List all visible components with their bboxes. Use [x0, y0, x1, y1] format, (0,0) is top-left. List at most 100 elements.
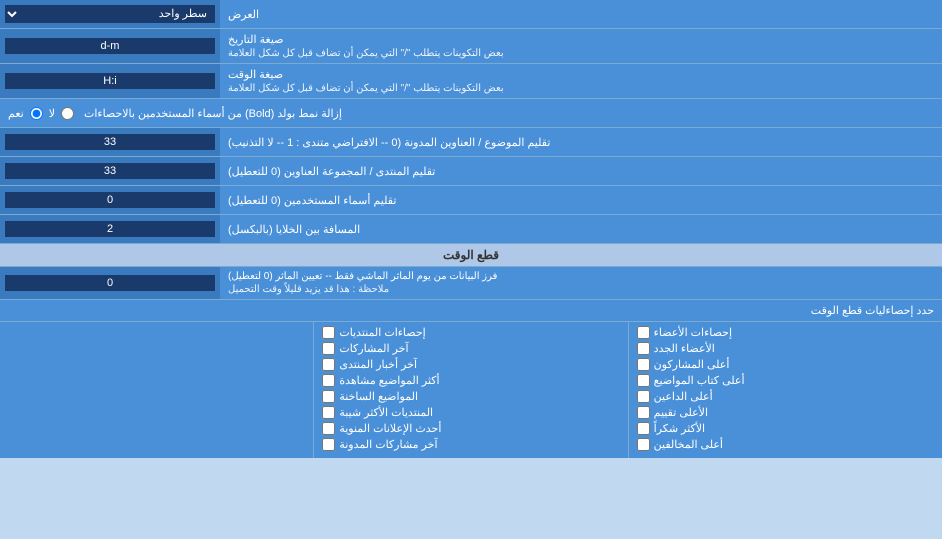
username-trim-input[interactable] — [5, 192, 215, 208]
cb-label-top-posters: أعلى المشاركون — [654, 358, 730, 371]
display-type-label: العرض — [220, 0, 942, 28]
forum-trim-row: تقليم المنتدى / المجموعة العناوين (0 للت… — [0, 157, 942, 186]
cb-top-violators[interactable] — [637, 438, 650, 451]
cb-label-most-similar-forums: المنتديات الأكثر شيبة — [339, 406, 433, 419]
time-format-input-cell — [0, 64, 220, 98]
cb-most-thanked[interactable] — [637, 422, 650, 435]
topic-trim-label: تقليم الموضوع / العناوين المدونة (0 -- ا… — [220, 128, 942, 156]
cb-row-top-rated: الأعلى تقييم — [637, 406, 934, 419]
cb-label-most-thanked: الأكثر شكراً — [654, 422, 705, 435]
limit-label-row: حدد إحصاءليات قطع الوقت — [0, 300, 942, 322]
cell-spacing-input-cell — [0, 215, 220, 243]
cb-row-members-stats: إحصاءات الأعضاء — [637, 326, 934, 339]
cb-label-new-members: الأعضاء الجدد — [654, 342, 715, 355]
time-format-input[interactable] — [5, 73, 215, 89]
cb-most-viewed[interactable] — [322, 374, 335, 387]
cb-row-latest-ads: أحدث الإعلانات المنوية — [322, 422, 619, 435]
cb-row-most-viewed: أكثر المواضيع مشاهدة — [322, 374, 619, 387]
cb-new-members[interactable] — [637, 342, 650, 355]
cb-label-top-violators: أعلى المخالفين — [654, 438, 723, 451]
cutoff-label-line2: ملاحظة : هذا قد يزيد قليلاً وقت التحميل — [228, 284, 389, 295]
cell-spacing-label: المسافة بين الخلايا (بالبكسل) — [220, 215, 942, 243]
time-format-label: صيغة الوقت بعض التكوينات يتطلب "/" التي … — [220, 64, 942, 98]
cb-most-similar-forums[interactable] — [322, 406, 335, 419]
main-container: العرض سطر واحد عدة أسطر صيغة التاريخ بعض… — [0, 0, 942, 458]
cutoff-section-header: قطع الوقت — [0, 244, 942, 267]
cb-row-hot-topics: المواضيع الساخنة — [322, 390, 619, 403]
cutoff-input[interactable] — [5, 275, 215, 291]
cb-label-members-stats: إحصاءات الأعضاء — [654, 326, 732, 339]
cb-row-top-topic-writers: أعلى كتاب المواضيع — [637, 374, 934, 387]
cutoff-label: فرز البيانات من يوم الماثر الماشي فقط --… — [220, 267, 942, 299]
cb-row-blog-posts: آخر مشاركات المدونة — [322, 438, 619, 451]
display-type-row: العرض سطر واحد عدة أسطر — [0, 0, 942, 29]
display-type-input-cell: سطر واحد عدة أسطر — [0, 0, 220, 28]
cutoff-label-line1: فرز البيانات من يوم الماثر الماشي فقط --… — [228, 271, 497, 282]
bold-remove-label: إزالة نمط بولد (Bold) من أسماء المستخدمي… — [0, 99, 942, 127]
cb-top-topic-writers[interactable] — [637, 374, 650, 387]
cb-hot-topics[interactable] — [322, 390, 335, 403]
cb-label-latest-ads: أحدث الإعلانات المنوية — [339, 422, 441, 435]
cb-forum-stats[interactable] — [322, 326, 335, 339]
cb-row-latest-posts: آخر المشاركات — [322, 342, 619, 355]
cb-label-top-rated: الأعلى تقييم — [654, 406, 708, 419]
cb-label-top-topic-writers: أعلى كتاب المواضيع — [654, 374, 745, 387]
time-format-main: صيغة الوقت — [228, 68, 283, 81]
cb-forum-news[interactable] — [322, 358, 335, 371]
radio-yes[interactable] — [30, 107, 43, 120]
cutoff-input-cell — [0, 267, 220, 299]
date-format-main: صيغة التاريخ — [228, 33, 283, 46]
cb-row-forum-news: آخر أخبار المنتدى — [322, 358, 619, 371]
cb-top-rated[interactable] — [637, 406, 650, 419]
checkbox-col-forums: إحصاءات المنتديات آخر المشاركات آخر أخبا… — [313, 322, 627, 458]
cutoff-row: فرز البيانات من يوم الماثر الماشي فقط --… — [0, 267, 942, 300]
cb-label-top-callers: أعلى الداعين — [654, 390, 713, 403]
cb-row-forum-stats: إحصاءات المنتديات — [322, 326, 619, 339]
cb-label-forum-news: آخر أخبار المنتدى — [339, 358, 417, 371]
bold-remove-text: إزالة نمط بولد (Bold) من أسماء المستخدمي… — [84, 107, 342, 120]
forum-trim-input[interactable] — [5, 163, 215, 179]
cb-label-blog-posts: آخر مشاركات المدونة — [339, 438, 437, 451]
cb-label-most-viewed: أكثر المواضيع مشاهدة — [339, 374, 439, 387]
radio-no-label: لا — [49, 107, 55, 120]
cb-top-callers[interactable] — [637, 390, 650, 403]
cb-row-top-callers: أعلى الداعين — [637, 390, 934, 403]
display-type-select[interactable]: سطر واحد عدة أسطر — [5, 5, 215, 23]
radio-no[interactable] — [61, 107, 74, 120]
date-format-input[interactable] — [5, 38, 215, 54]
cb-label-latest-posts: آخر المشاركات — [339, 342, 408, 355]
bold-remove-row: إزالة نمط بولد (Bold) من أسماء المستخدمي… — [0, 99, 942, 128]
topic-trim-row: تقليم الموضوع / العناوين المدونة (0 -- ا… — [0, 128, 942, 157]
date-format-sub: بعض التكوينات يتطلب "/" التي يمكن أن تضا… — [228, 48, 504, 59]
cb-row-top-posters: أعلى المشاركون — [637, 358, 934, 371]
cell-spacing-input[interactable] — [5, 221, 215, 237]
date-format-row: صيغة التاريخ بعض التكوينات يتطلب "/" الت… — [0, 29, 942, 64]
cb-members-stats[interactable] — [637, 326, 650, 339]
cutoff-label-text: فرز البيانات من يوم الماثر الماشي فقط --… — [228, 271, 497, 295]
cb-top-posters[interactable] — [637, 358, 650, 371]
cb-latest-posts[interactable] — [322, 342, 335, 355]
radio-yes-label: نعم — [8, 107, 24, 120]
cell-spacing-row: المسافة بين الخلايا (بالبكسل) — [0, 215, 942, 244]
topic-trim-input-cell — [0, 128, 220, 156]
date-format-label: صيغة التاريخ بعض التكوينات يتطلب "/" الت… — [220, 29, 942, 63]
cb-latest-ads[interactable] — [322, 422, 335, 435]
time-format-label-text: صيغة الوقت بعض التكوينات يتطلب "/" التي … — [228, 68, 504, 94]
date-format-input-cell — [0, 29, 220, 63]
username-trim-label: تقليم أسماء المستخدمين (0 للتعطيل) — [220, 186, 942, 214]
cb-row-top-violators: أعلى المخالفين — [637, 438, 934, 451]
topic-trim-input[interactable] — [5, 134, 215, 150]
bold-remove-radio-group: نعم لا — [8, 107, 74, 120]
forum-trim-input-cell — [0, 157, 220, 185]
username-trim-row: تقليم أسماء المستخدمين (0 للتعطيل) — [0, 186, 942, 215]
username-trim-input-cell — [0, 186, 220, 214]
forum-trim-label: تقليم المنتدى / المجموعة العناوين (0 للت… — [220, 157, 942, 185]
cb-label-hot-topics: المواضيع الساخنة — [339, 390, 418, 403]
cb-row-new-members: الأعضاء الجدد — [637, 342, 934, 355]
cb-blog-posts[interactable] — [322, 438, 335, 451]
time-format-sub: بعض التكوينات يتطلب "/" التي يمكن أن تضا… — [228, 83, 504, 94]
checkbox-col-members: إحصاءات الأعضاء الأعضاء الجدد أعلى المشا… — [628, 322, 942, 458]
cb-row-most-thanked: الأكثر شكراً — [637, 422, 934, 435]
cb-label-forum-stats: إحصاءات المنتديات — [339, 326, 425, 339]
checkbox-col-right-label — [0, 322, 313, 458]
